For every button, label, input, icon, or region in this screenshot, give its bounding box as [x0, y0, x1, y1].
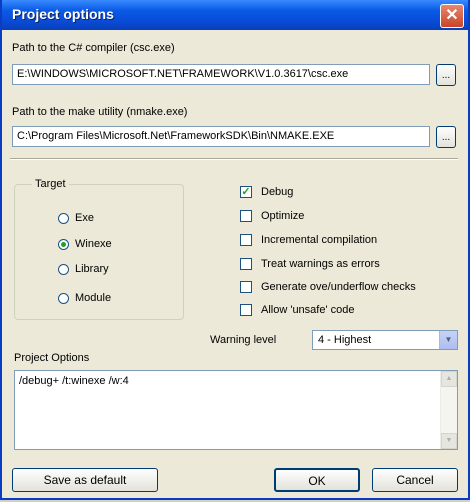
- target-radio-winexe[interactable]: Winexe: [58, 236, 112, 252]
- check-incremental[interactable]: Incremental compilation: [240, 232, 377, 248]
- check-debug[interactable]: ✓ Debug: [240, 184, 293, 200]
- make-path-label: Path to the make utility (nmake.exe): [12, 106, 188, 118]
- target-radio-module[interactable]: Module: [58, 290, 111, 306]
- project-options-textarea[interactable]: /debug+ /t:winexe /w:4 ▲ ▼: [14, 370, 458, 450]
- title-bar[interactable]: Project options ✕: [2, 0, 468, 30]
- vertical-scrollbar[interactable]: ▲ ▼: [440, 371, 457, 449]
- checkbox-icon: [240, 258, 252, 270]
- compiler-path-label: Path to the C# compiler (csc.exe): [12, 42, 175, 54]
- check-optimize[interactable]: Optimize: [240, 208, 304, 224]
- warning-level-label: Warning level: [210, 334, 277, 346]
- radio-selected-icon: [58, 238, 69, 250]
- target-option-label: Winexe: [75, 238, 112, 250]
- target-radio-exe[interactable]: Exe: [58, 210, 94, 226]
- make-browse-button[interactable]: ...: [436, 126, 456, 148]
- compiler-path-input[interactable]: E:\WINDOWS\MICROSOFT.NET\FRAMEWORK\V1.0.…: [12, 64, 430, 85]
- checkbox-checked-icon: ✓: [240, 186, 252, 198]
- chevron-down-icon[interactable]: ▼: [439, 331, 457, 349]
- check-warnings-errors[interactable]: Treat warnings as errors: [240, 256, 380, 272]
- scroll-down-icon[interactable]: ▼: [441, 433, 457, 449]
- checkbox-icon: [240, 234, 252, 246]
- compiler-browse-button[interactable]: ...: [436, 64, 456, 86]
- check-label: Generate ove/underflow checks: [261, 281, 416, 293]
- check-label: Incremental compilation: [261, 234, 378, 246]
- project-options-label: Project Options: [14, 352, 90, 364]
- check-label: Allow 'unsafe' code: [261, 304, 355, 316]
- make-path-input[interactable]: C:\Program Files\Microsoft.Net\Framework…: [12, 126, 430, 147]
- project-options-dialog: Project options ✕ Path to the C# compile…: [0, 0, 470, 500]
- checkbox-icon: [240, 210, 252, 222]
- window-title: Project options: [12, 6, 114, 22]
- check-unsafe[interactable]: Allow 'unsafe' code: [240, 302, 354, 318]
- warning-level-value: 4 - Highest: [318, 334, 372, 346]
- radio-icon: [58, 292, 69, 304]
- scroll-up-icon[interactable]: ▲: [441, 371, 457, 387]
- warning-level-select[interactable]: 4 - Highest ▼: [312, 330, 458, 350]
- checkbox-icon: [240, 281, 252, 293]
- target-group-title: Target: [32, 178, 69, 190]
- target-option-label: Module: [75, 292, 112, 304]
- target-radio-library[interactable]: Library: [58, 261, 109, 277]
- checkbox-icon: [240, 304, 252, 316]
- check-label: Optimize: [261, 210, 305, 222]
- ok-button[interactable]: OK: [274, 468, 360, 492]
- radio-icon: [58, 263, 69, 275]
- divider: [10, 158, 458, 160]
- radio-icon: [58, 212, 69, 224]
- check-label: Treat warnings as errors: [261, 258, 380, 270]
- cancel-button[interactable]: Cancel: [372, 468, 458, 492]
- target-option-label: Library: [75, 263, 109, 275]
- check-overflow[interactable]: Generate ove/underflow checks: [240, 279, 416, 295]
- target-option-label: Exe: [75, 212, 94, 224]
- check-label: Debug: [261, 186, 294, 198]
- project-options-text: /debug+ /t:winexe /w:4: [19, 375, 129, 387]
- close-icon[interactable]: ✕: [440, 4, 464, 28]
- save-as-default-button[interactable]: Save as default: [12, 468, 158, 492]
